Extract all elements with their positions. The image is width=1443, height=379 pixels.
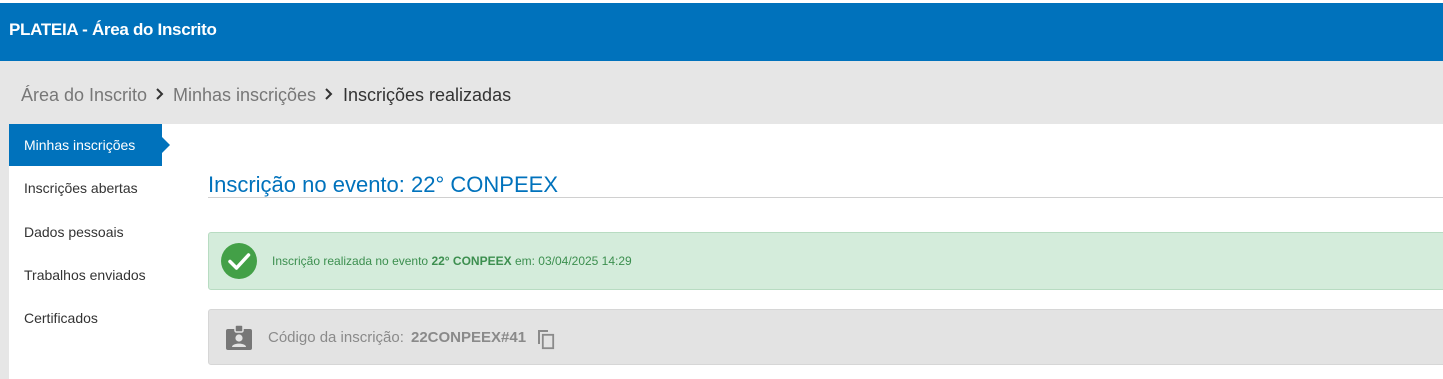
registration-code-label: Código da inscrição: <box>268 329 404 346</box>
registration-code-box: Código da inscrição: 22CONPEEX#41 <box>208 309 1443 365</box>
chevron-right-icon <box>154 85 166 103</box>
breadcrumb: Área do Inscrito Minhas inscrições Inscr… <box>0 61 1443 124</box>
sidebar-item-dados-pessoais[interactable]: Dados pessoais <box>9 211 162 253</box>
breadcrumb-item-inscricoes-realizadas: Inscrições realizadas <box>343 85 512 105</box>
success-message-prefix: Inscrição realizada no evento <box>272 254 429 268</box>
main-content: Minhas inscrições Inscrições abertas Dad… <box>9 124 1443 379</box>
check-circle-icon <box>221 243 257 279</box>
sidebar-item-minhas-inscricoes[interactable]: Minhas inscrições <box>9 124 170 166</box>
success-message-suffix: em: 03/04/2025 14:29 <box>514 254 632 268</box>
success-message: Inscrição realizada no evento 22° CONPEE… <box>272 254 632 268</box>
page-title-event-name: 22° CONPEEX <box>411 172 558 197</box>
title-divider <box>208 197 1443 198</box>
breadcrumb-item-area-do-inscrito[interactable]: Área do Inscrito <box>21 85 147 106</box>
sidebar-item-inscricoes-abertas[interactable]: Inscrições abertas <box>9 167 162 209</box>
copy-icon[interactable] <box>534 326 558 350</box>
app-title: PLATEIA - Área do Inscrito <box>9 20 217 39</box>
success-alert: Inscrição realizada no evento 22° CONPEE… <box>208 232 1443 290</box>
id-badge-icon <box>225 323 253 351</box>
breadcrumb-item-minhas-inscricoes[interactable]: Minhas inscrições <box>173 85 316 106</box>
success-message-event: 22° CONPEEX <box>431 254 512 268</box>
registration-code-value: 22CONPEEX#41 <box>411 329 527 346</box>
page-title: Inscrição no evento: 22° CONPEEX <box>208 172 558 198</box>
sidebar-item-certificados[interactable]: Certificados <box>9 297 162 339</box>
sidebar-item-trabalhos-enviados[interactable]: Trabalhos enviados <box>9 254 162 296</box>
page-title-prefix: Inscrição no evento: <box>208 172 405 197</box>
chevron-right-icon <box>323 85 335 103</box>
top-header: PLATEIA - Área do Inscrito <box>0 0 1443 61</box>
